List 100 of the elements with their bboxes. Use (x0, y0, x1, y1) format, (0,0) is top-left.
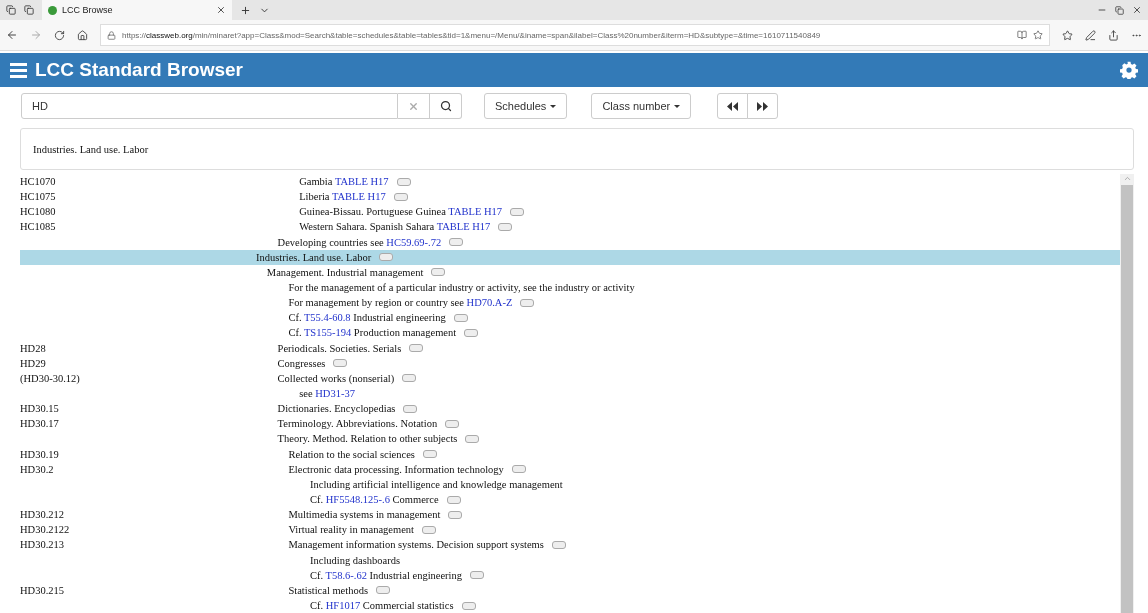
pen-icon[interactable] (1085, 29, 1096, 41)
note-button[interactable] (409, 344, 424, 353)
entry-row[interactable]: Management. Industrial management (20, 264, 1120, 280)
note-button[interactable] (498, 223, 513, 231)
note-button[interactable] (511, 465, 526, 474)
entry-row[interactable]: For management by region or country see HD70.A-Z (20, 295, 1120, 311)
tabs-icon[interactable] (6, 5, 16, 15)
entry-row[interactable]: Including dashboards (20, 552, 1120, 568)
entry-row[interactable]: Industries. Land use. Labor (20, 249, 1120, 265)
next-button[interactable] (747, 93, 779, 119)
entry-row[interactable]: HD28 Periodicals. Societies. Serials (20, 340, 1120, 356)
note-button[interactable] (449, 238, 464, 247)
refresh-icon[interactable] (54, 29, 65, 41)
share-icon[interactable] (1108, 29, 1119, 41)
scrollbar[interactable] (1120, 174, 1134, 613)
entry-row[interactable]: HD30.15 Dictionaries. Encyclopedias (20, 401, 1120, 417)
link[interactable]: TABLE H17 (331, 191, 386, 203)
note-button[interactable] (422, 450, 437, 459)
search-button[interactable] (430, 93, 462, 119)
note-button[interactable] (333, 359, 348, 368)
note-button[interactable] (448, 510, 463, 519)
entry-text: Developing countries see HC59.69-.72 (277, 236, 442, 248)
dropdown-button[interactable]: Class number (591, 93, 692, 119)
note-button[interactable] (551, 540, 566, 549)
link[interactable]: HC59.69-.72 (386, 236, 442, 248)
link[interactable]: TABLE H17 (448, 206, 502, 218)
note-button[interactable] (431, 268, 446, 277)
entry-row[interactable]: HC1080 Guinea-Bissau. Portuguese Guinea TABLE H17 (20, 204, 1120, 220)
note-button[interactable] (520, 298, 535, 307)
back-icon[interactable] (6, 29, 18, 41)
entry-row[interactable]: Cf. T55.4-60.8 Industrial engineering (20, 310, 1120, 326)
entry-row[interactable]: HD30.213 Management information systems. Decision support systems (20, 537, 1120, 553)
note-button[interactable] (422, 525, 436, 534)
link[interactable]: T58.6-.62 (325, 569, 367, 581)
entry-row[interactable]: HD30.2122 Virtual reality in management (20, 522, 1120, 538)
note-button[interactable] (402, 374, 417, 383)
entry-row[interactable]: Developing countries see HC59.69-.72 (20, 234, 1120, 250)
note-button[interactable] (461, 601, 476, 610)
note-button[interactable] (379, 253, 394, 262)
favorites-icon[interactable] (1062, 29, 1073, 41)
class-number: HD30.2122 (20, 524, 70, 536)
note-button[interactable] (470, 571, 485, 580)
reading-view-icon[interactable] (1017, 30, 1027, 40)
settings-icon[interactable] (1120, 61, 1138, 79)
link[interactable]: HD70.A-Z (466, 297, 513, 309)
note-button[interactable] (464, 328, 479, 337)
entry-row[interactable]: HD30.2 Electronic data processing. Information technology (20, 461, 1120, 477)
new-tab-icon[interactable] (240, 4, 251, 16)
menu-icon[interactable] (10, 62, 27, 78)
note-button[interactable] (403, 404, 418, 413)
close-icon[interactable] (1132, 5, 1142, 15)
entry-row[interactable]: HD30.17 Terminology. Abbreviations. Notation (20, 416, 1120, 432)
link[interactable]: TS155-194 (303, 327, 352, 339)
entry-row[interactable]: Cf. TS155-194 Production management (20, 325, 1120, 341)
note-button[interactable] (446, 495, 461, 504)
entry-text: Cf. HF1017 Commercial statistics (310, 600, 454, 611)
entry-row[interactable]: HC1075 Liberia TABLE H17 (20, 189, 1120, 205)
note-button[interactable] (465, 434, 480, 443)
entry-text: Multimedia systems in management (288, 509, 441, 521)
entry-row[interactable]: HD30.215 Statistical methods (20, 582, 1120, 598)
note-button[interactable] (510, 207, 524, 216)
entry-row[interactable]: Cf. HF5548.125-.6 Commerce (20, 491, 1120, 508)
entry-row[interactable]: Cf. HF1017 Commercial statistics (20, 597, 1120, 613)
link[interactable]: TABLE H17 (436, 221, 491, 233)
browser-tab[interactable]: LCC Browse (42, 0, 232, 20)
note-button[interactable] (396, 177, 411, 186)
note-button[interactable] (376, 586, 390, 595)
favicon-icon (48, 5, 57, 15)
home-icon[interactable] (77, 29, 88, 41)
entry-row[interactable]: see HD31-37 (20, 385, 1120, 402)
entry-row[interactable]: HC1070 Gambia TABLE H17 (20, 174, 1120, 190)
entry-text: Collected works (nonserial) (277, 372, 395, 384)
close-icon[interactable] (216, 5, 226, 15)
entry-row[interactable]: Including artificial intelligence and knowledge management (20, 476, 1120, 492)
scroll-up-icon[interactable] (1122, 174, 1132, 183)
entry-row[interactable]: Theory. Method. Relation to other subjects (20, 431, 1120, 447)
star-icon[interactable] (1033, 30, 1043, 40)
link[interactable]: HF1017 (325, 600, 361, 611)
link[interactable]: TABLE H17 (334, 176, 389, 188)
entry-text: For management by region or country see HD70.A-Z (288, 297, 513, 309)
entry-row[interactable]: (HD30-30.12) Collected works (nonserial) (20, 370, 1120, 386)
link[interactable]: T55.4-60.8 (303, 312, 351, 324)
forward-icon[interactable] (30, 29, 42, 41)
entry-row[interactable]: For the management of a particular industry or activity, see the industry or activity (20, 280, 1120, 296)
class-number: HD29 (20, 357, 46, 369)
link[interactable]: HD31-37 (315, 388, 355, 400)
dropdown-button[interactable]: Schedules (484, 93, 568, 119)
entry-row[interactable]: HD30.212 Multimedia systems in management (20, 507, 1120, 523)
entry-row[interactable]: HD29 Congresses (20, 355, 1120, 371)
entry-row[interactable]: HC1085 Western Sahara. Spanish Sahara TABLE H17 (20, 219, 1120, 235)
restore-icon[interactable] (1115, 5, 1124, 15)
tab-preview-icon[interactable] (24, 5, 34, 15)
note-button[interactable] (453, 313, 468, 322)
link[interactable]: HF5548.125-.6 (325, 494, 390, 505)
address-field[interactable]: https://classweb.org/min/minaret?app=Class&mod=Search&table=schedules&table=tables&tid=1&menu=/Menu/&iname=span&ilabel=Class%20number&iterm=HD&subtype=&time=1610711540849 (100, 24, 1050, 46)
entry-row[interactable]: Cf. T58.6-.62 Industrial engineering (20, 567, 1120, 583)
note-button[interactable] (393, 192, 408, 201)
note-button[interactable] (445, 419, 460, 428)
previous-button[interactable] (717, 93, 749, 119)
entry-row[interactable]: HD30.19 Relation to the social sciences (20, 446, 1120, 462)
